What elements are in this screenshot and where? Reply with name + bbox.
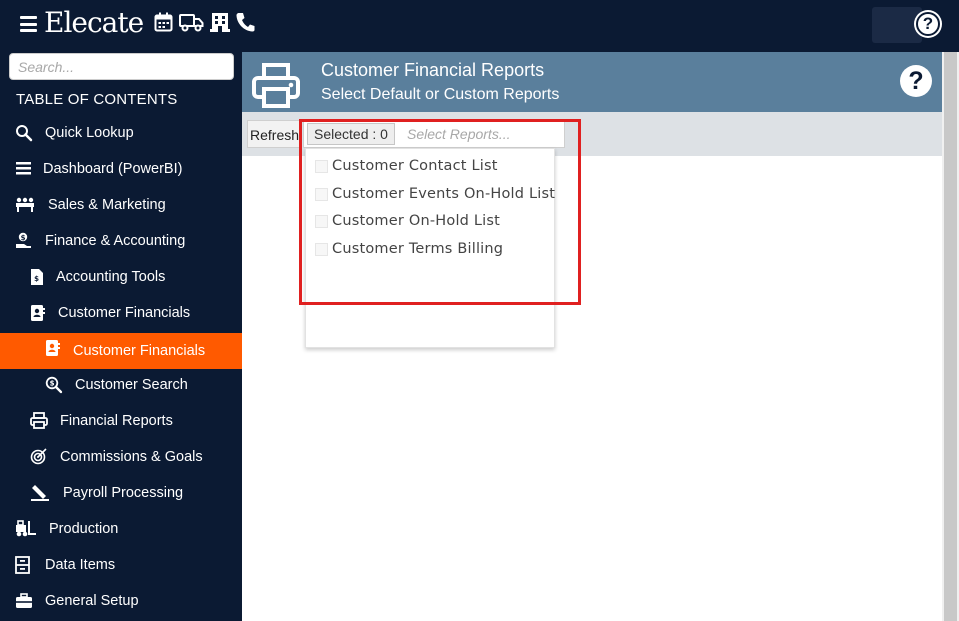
report-multiselect[interactable]: Selected : 0 Select Reports... [303, 120, 565, 148]
user-menu-button[interactable] [872, 7, 922, 43]
target-icon [30, 448, 48, 466]
sidebar-item-label: Finance & Accounting [45, 233, 186, 249]
printer-icon [30, 412, 48, 430]
sidebar-item-customer-financials-active[interactable]: Customer Financials [0, 333, 242, 369]
sidebar-item-financial-reports[interactable]: Financial Reports [0, 403, 242, 439]
sidebar-item-customer-search[interactable]: $ Customer Search [0, 367, 242, 403]
svg-text:$: $ [34, 275, 39, 283]
sidebar-search-input[interactable] [9, 53, 234, 80]
building-icon[interactable] [210, 12, 230, 37]
invoice-icon: $ [30, 268, 48, 286]
report-option-label[interactable]: Customer Contact List [332, 158, 498, 174]
top-bar: Elecate ? [0, 0, 959, 52]
sidebar-item-label: Customer Financials [58, 305, 191, 321]
search-dollar-icon: $ [45, 376, 63, 394]
sidebar-item-label: Production [49, 521, 119, 537]
printer-icon [252, 63, 300, 109]
sidebar-item-sales-marketing[interactable]: Sales & Marketing [0, 187, 242, 223]
report-option[interactable]: Customer Events On-Hold List [306, 180, 556, 204]
report-option-checkbox[interactable] [315, 160, 328, 173]
page-help-icon[interactable]: ? [900, 65, 932, 97]
svg-text:$: $ [21, 234, 26, 242]
sidebar-item-label: Customer Financials [73, 343, 206, 359]
refresh-button[interactable]: Refresh [247, 120, 299, 148]
sidebar-item-payroll-processing[interactable]: Payroll Processing [0, 475, 242, 511]
report-select-placeholder[interactable]: Select Reports... [407, 126, 511, 142]
svg-text:$: $ [50, 380, 55, 388]
sidebar-item-label: Financial Reports [60, 413, 173, 429]
report-option-label[interactable]: Customer Terms Billing [332, 241, 503, 257]
sidebar-item-label: Accounting Tools [56, 269, 166, 285]
search-icon [15, 124, 33, 142]
report-option[interactable]: Customer Terms Billing [306, 235, 556, 259]
hamburger-menu-icon[interactable] [20, 16, 37, 32]
sidebar-item-label: Quick Lookup [45, 125, 134, 141]
page-header: Customer Financial Reports Select Defaul… [242, 52, 942, 112]
help-icon[interactable]: ? [916, 12, 940, 36]
report-option-checkbox[interactable] [315, 188, 328, 201]
sidebar-item-label: Dashboard (PowerBI) [43, 161, 183, 177]
sidebar-item-label: General Setup [45, 593, 139, 609]
report-option-checkbox[interactable] [315, 243, 328, 256]
cabinet-icon [15, 556, 33, 574]
sidebar-item-dashboard[interactable]: Dashboard (PowerBI) [0, 151, 242, 187]
sidebar-item-production[interactable]: Production [0, 511, 242, 547]
sidebar-item-label: Payroll Processing [63, 485, 184, 501]
money-hand-icon: $ [15, 232, 33, 250]
scrollbar-thumb[interactable] [944, 52, 957, 621]
phone-icon[interactable] [236, 12, 255, 37]
signature-icon [30, 484, 49, 502]
report-option-label[interactable]: Customer On-Hold List [332, 213, 500, 229]
team-icon [15, 196, 34, 214]
contact-book-icon [45, 339, 63, 357]
page-title: Customer Financial Reports [321, 60, 545, 80]
toc-heading: TABLE OF CONTENTS [16, 91, 178, 108]
list-icon [15, 160, 33, 178]
sidebar-item-finance-accounting[interactable]: $ Finance & Accounting [0, 223, 242, 259]
report-dropdown-list: Customer Contact List Customer Events On… [305, 148, 555, 348]
sidebar-item-accounting-tools[interactable]: $ Accounting Tools [0, 259, 242, 295]
sidebar-item-label: Sales & Marketing [48, 197, 166, 213]
selected-count-badge[interactable]: Selected : 0 [307, 123, 395, 145]
sidebar-item-data-items[interactable]: Data Items [0, 547, 242, 583]
sidebar-item-label: Commissions & Goals [60, 449, 203, 465]
truck-icon[interactable] [179, 12, 204, 37]
sidebar-item-commissions-goals[interactable]: Commissions & Goals [0, 439, 242, 475]
report-option[interactable]: Customer Contact List [306, 152, 556, 176]
top-icon-group [154, 12, 255, 37]
sidebar-item-general-setup[interactable]: General Setup [0, 583, 242, 619]
report-option[interactable]: Customer On-Hold List [306, 207, 556, 231]
sidebar: TABLE OF CONTENTS Quick Lookup Dashboard… [0, 52, 242, 621]
report-option-label[interactable]: Customer Events On-Hold List [332, 186, 555, 202]
toolbox-icon [15, 592, 33, 610]
contact-book-icon [30, 304, 48, 322]
page-subtitle: Select Default or Custom Reports [321, 86, 560, 103]
sidebar-item-label: Customer Search [75, 377, 188, 393]
sidebar-item-customer-financials[interactable]: Customer Financials [0, 295, 242, 331]
sidebar-item-label: Data Items [45, 557, 116, 573]
calendar-icon[interactable] [154, 12, 173, 37]
sidebar-item-quick-lookup[interactable]: Quick Lookup [0, 115, 242, 151]
forklift-icon [15, 520, 36, 538]
app-logo[interactable]: Elecate [44, 6, 144, 39]
report-option-checkbox[interactable] [315, 215, 328, 228]
